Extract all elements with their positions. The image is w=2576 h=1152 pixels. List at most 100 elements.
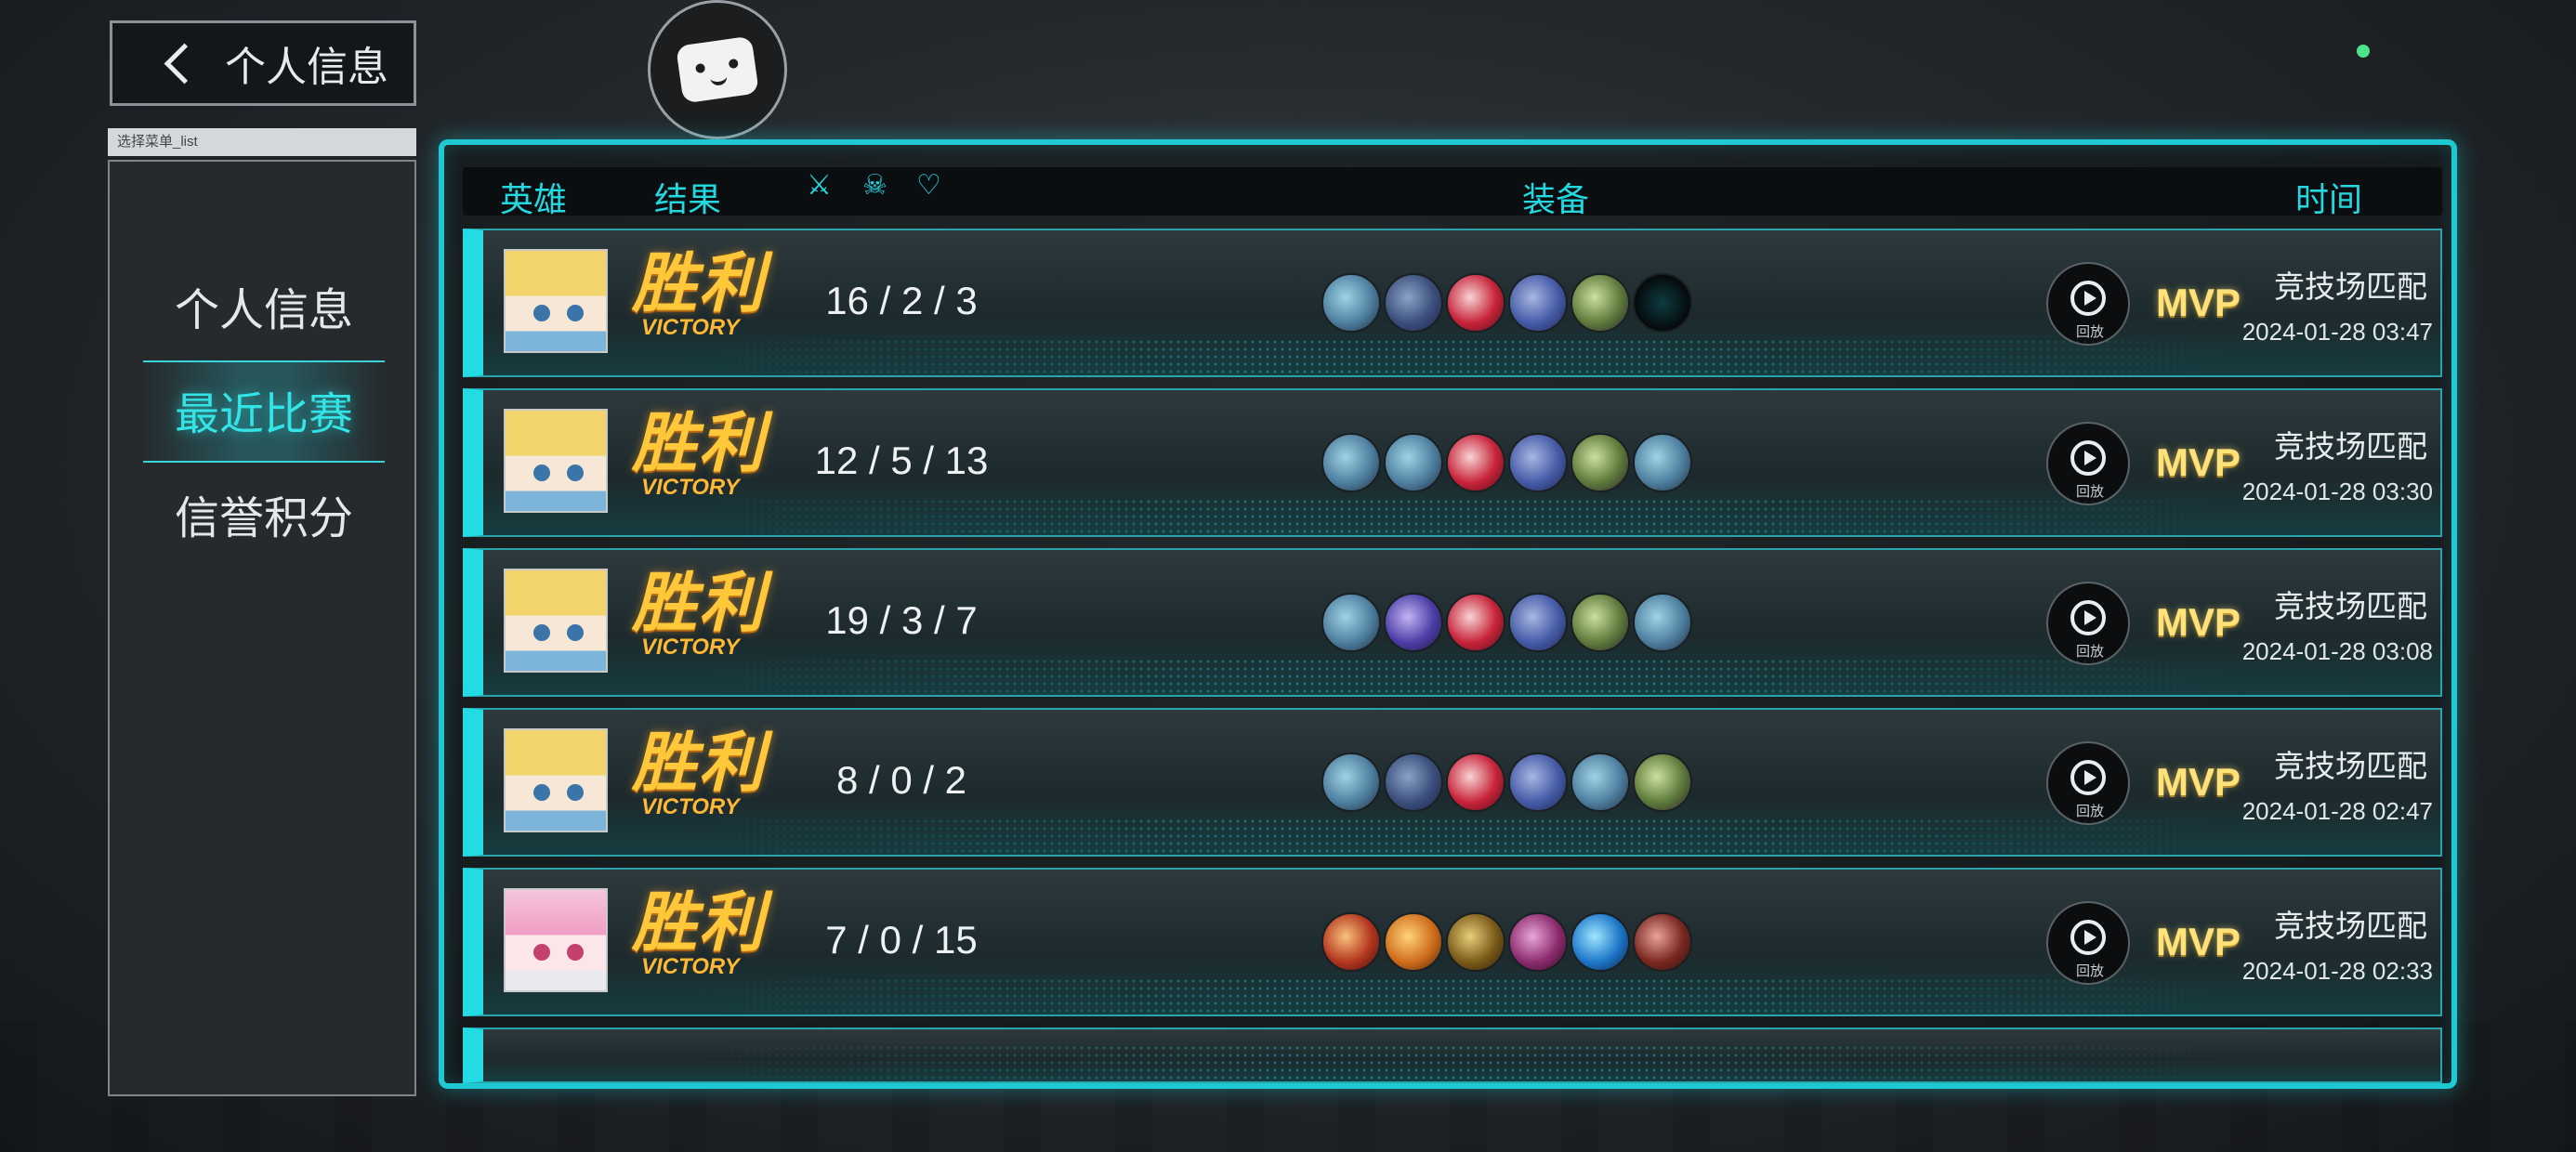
kda-stats: 7 / 0 / 15 xyxy=(825,918,978,962)
kda-stats: 12 / 5 / 13 xyxy=(814,439,989,482)
hero-avatar[interactable] xyxy=(504,569,608,673)
play-icon xyxy=(2070,281,2106,316)
equipment-item-icon[interactable] xyxy=(1633,912,1692,972)
hero-avatar[interactable] xyxy=(504,249,608,353)
header-result: 结果 xyxy=(654,180,722,218)
hero-avatar[interactable] xyxy=(504,728,608,832)
play-icon xyxy=(2070,440,2106,476)
kda-stats: 16 / 2 / 3 xyxy=(825,279,978,322)
equipment-item-icon[interactable] xyxy=(1321,433,1381,492)
match-row[interactable]: 胜利 VICTORY 16 / 2 / 3 回放 MVP 竞技场匹配 2024-… xyxy=(463,229,2442,377)
equipment-item-icon[interactable] xyxy=(1384,593,1443,652)
back-button-label: 个人信息 xyxy=(225,45,388,90)
replay-label: 回放 xyxy=(2075,804,2104,819)
equipment-item-icon[interactable] xyxy=(1571,753,1630,812)
equipment-item-icon[interactable] xyxy=(1633,273,1692,333)
replay-button[interactable]: 回放 xyxy=(2046,741,2130,825)
tv-face-icon xyxy=(676,35,759,104)
match-mode: 竞技场匹配 xyxy=(2274,909,2427,943)
equipment-item-icon[interactable] xyxy=(1446,753,1505,812)
result-text-en: VICTORY xyxy=(641,635,740,660)
match-row[interactable]: 胜利 VICTORY 8 / 0 / 2 回放 MVP 竞技场匹配 2024-0… xyxy=(463,708,2442,857)
sidebar-item-profile[interactable]: 个人信息 xyxy=(110,273,418,338)
replay-label: 回放 xyxy=(2075,324,2104,340)
equipment-item-icon[interactable] xyxy=(1571,593,1630,652)
match-row[interactable]: 胜利 VICTORY 12 / 5 / 13 回放 MVP 竞技场匹配 2024… xyxy=(463,388,2442,537)
replay-label: 回放 xyxy=(2075,644,2104,660)
equipment-item-icon[interactable] xyxy=(1321,912,1381,972)
equipment-item-icon[interactable] xyxy=(1508,593,1568,652)
mvp-badge: MVP xyxy=(2156,920,2241,963)
equipment-item-icon[interactable] xyxy=(1446,593,1505,652)
equipment-item-icon[interactable] xyxy=(1321,273,1381,333)
equipment-item-icon[interactable] xyxy=(1446,273,1505,333)
replay-button[interactable]: 回放 xyxy=(2046,422,2130,505)
equipment-item-icon[interactable] xyxy=(1384,433,1443,492)
equipment-item-icon[interactable] xyxy=(1633,433,1692,492)
play-icon xyxy=(2070,760,2106,795)
sidebar-item-credit-score[interactable]: 信誉积分 xyxy=(110,481,418,546)
equipment-item-icon[interactable] xyxy=(1446,433,1505,492)
avatar-eye xyxy=(567,944,584,961)
match-time: 2024-01-28 03:30 xyxy=(2241,478,2433,505)
equipment-item-icon[interactable] xyxy=(1508,433,1568,492)
equipment-item-icon[interactable] xyxy=(1321,753,1381,812)
equipment-list xyxy=(1321,433,1692,492)
equipment-list xyxy=(1321,593,1692,652)
result-text: 胜利 xyxy=(632,886,766,959)
skull-icon: ☠ xyxy=(862,170,887,201)
equipment-list xyxy=(1321,912,1692,972)
avatar-eye xyxy=(533,465,550,481)
result-badge: 胜利 VICTORY xyxy=(632,728,781,818)
avatar-eye xyxy=(533,784,550,801)
match-mode: 竞技场匹配 xyxy=(2274,589,2427,623)
equipment-item-icon[interactable] xyxy=(1571,433,1630,492)
equipment-item-icon[interactable] xyxy=(1384,753,1443,812)
result-badge: 胜利 VICTORY xyxy=(632,886,781,978)
result-text: 胜利 xyxy=(632,727,766,799)
replay-button[interactable]: 回放 xyxy=(2046,262,2130,346)
match-mode: 竞技场匹配 xyxy=(2274,429,2427,464)
avatar-eye xyxy=(533,624,550,641)
avatar-eye xyxy=(567,624,584,641)
replay-button[interactable]: 回放 xyxy=(2046,582,2130,665)
equipment-item-icon[interactable] xyxy=(1633,753,1692,812)
equipment-list xyxy=(1321,753,1692,812)
hero-avatar[interactable] xyxy=(504,888,608,992)
equipment-item-icon[interactable] xyxy=(1571,273,1630,333)
play-icon xyxy=(2070,920,2106,955)
replay-label: 回放 xyxy=(2075,484,2104,500)
equipment-item-icon[interactable] xyxy=(1384,912,1443,972)
match-mode: 竞技场匹配 xyxy=(2274,749,2427,783)
result-badge: 胜利 VICTORY xyxy=(632,409,781,500)
equipment-item-icon[interactable] xyxy=(1321,593,1381,652)
hero-avatar[interactable] xyxy=(504,409,608,513)
equipment-item-icon[interactable] xyxy=(1633,593,1692,652)
result-text-en: VICTORY xyxy=(641,315,740,340)
table-row-partial[interactable] xyxy=(463,1028,2442,1083)
avatar-eye xyxy=(567,305,584,321)
avatar-eye xyxy=(533,944,550,961)
header-equipment: 装备 xyxy=(1522,180,1590,218)
sidebar-item-recent-matches[interactable]: 最近比赛 xyxy=(110,377,418,442)
match-time: 2024-01-28 03:08 xyxy=(2241,637,2433,665)
back-button[interactable]: 个人信息 xyxy=(110,20,416,106)
mvp-badge: MVP xyxy=(2156,281,2241,324)
equipment-item-icon[interactable] xyxy=(1508,753,1568,812)
result-text-en: VICTORY xyxy=(641,475,740,500)
match-row[interactable]: 胜利 VICTORY 7 / 0 / 15 回放 MVP 竞技场匹配 2024-… xyxy=(463,868,2442,1016)
sidebar-panel: 个人信息 最近比赛 信誉积分 xyxy=(108,160,416,1096)
avatar-eye xyxy=(567,465,584,481)
result-text: 胜利 xyxy=(632,567,766,639)
equipment-item-icon[interactable] xyxy=(1508,273,1568,333)
header-hero: 英雄 xyxy=(500,180,568,218)
equipment-item-icon[interactable] xyxy=(1571,912,1630,972)
equipment-item-icon[interactable] xyxy=(1384,273,1443,333)
equipment-item-icon[interactable] xyxy=(1446,912,1505,972)
sidebar: 选择菜单_list 个人信息 最近比赛 信誉积分 xyxy=(108,128,416,1096)
equipment-item-icon[interactable] xyxy=(1508,912,1568,972)
handshake-icon: ♡ xyxy=(916,170,941,201)
mvp-badge: MVP xyxy=(2156,760,2241,804)
match-row[interactable]: 胜利 VICTORY 19 / 3 / 7 回放 MVP 竞技场匹配 2024-… xyxy=(463,548,2442,697)
replay-button[interactable]: 回放 xyxy=(2046,901,2130,985)
